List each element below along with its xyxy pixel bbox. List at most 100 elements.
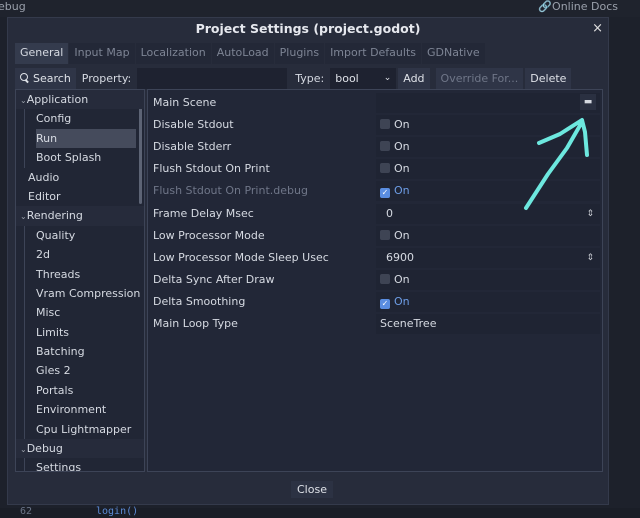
sidebar-item-label: 2d: [36, 248, 50, 262]
property-name: Delta Sync After Draw: [153, 272, 275, 286]
sidebar-item-rendering[interactable]: ⌄Rendering: [16, 206, 144, 226]
sidebar-item-run[interactable]: Run: [16, 128, 144, 149]
property-name: Flush Stdout On Print: [153, 162, 270, 176]
project-settings-dialog: Project Settings (project.godot) × Gener…: [7, 17, 609, 505]
sidebar-item-label: Boot Splash: [36, 151, 102, 165]
property-value[interactable]: SceneTree: [376, 314, 600, 334]
sidebar-item-misc[interactable]: Misc: [16, 303, 144, 324]
chevron-down-icon: ⌄: [20, 445, 27, 455]
property-name: Low Processor Mode: [153, 228, 265, 242]
property-name: Main Scene: [153, 96, 217, 109]
tab-general[interactable]: General: [15, 43, 69, 64]
checkbox-icon: [380, 163, 390, 174]
tab-input-map[interactable]: Input Map: [69, 43, 135, 64]
debug-menu[interactable]: ebug: [0, 0, 26, 13]
sidebar-item-label: Quality: [36, 228, 76, 242]
sidebar-item-vram-compression[interactable]: Vram Compression: [16, 283, 144, 304]
chevron-down-icon: ⌄: [20, 212, 27, 222]
toolbar: Search Property: Type: bool ⌄ Add Overrid…: [15, 67, 603, 89]
sidebar-item-quality[interactable]: Quality: [16, 225, 144, 246]
sidebar-item-2d[interactable]: 2d: [16, 245, 144, 265]
sidebar-item-audio[interactable]: Audio: [16, 168, 144, 187]
online-docs-link[interactable]: 🔗Online Docs: [538, 0, 618, 13]
tab-autoload[interactable]: AutoLoad: [211, 43, 274, 64]
property-spinbox[interactable]: 0 ⇕: [376, 203, 600, 224]
property-name: Disable Stdout: [153, 118, 234, 132]
close-button[interactable]: Close: [291, 481, 333, 498]
sidebar-item-editor[interactable]: Editor: [16, 187, 144, 206]
sidebar-item-label: Misc: [36, 306, 61, 320]
sidebar-item-label: Limits: [36, 325, 69, 339]
property-checkbox[interactable]: On: [376, 225, 600, 246]
property-row: Frame Delay Msec 0 ⇕: [148, 203, 602, 225]
sidebar-item-limits[interactable]: Limits: [16, 322, 144, 343]
sidebar-item-label: Batching: [36, 345, 85, 359]
property-name: Flush Stdout On Print.debug: [153, 184, 308, 198]
sidebar-item-settings[interactable]: Settings: [16, 458, 144, 472]
property-row: Flush Stdout On Print.debug ✓ On: [148, 180, 602, 202]
sidebar-item-label: Debug: [26, 442, 63, 456]
checkbox-icon: [380, 273, 390, 284]
property-spinbox[interactable]: 6900 ⇕: [376, 247, 600, 268]
property-row: Delta Sync After Draw On: [148, 269, 602, 291]
checkbox-icon: [380, 119, 390, 130]
property-name: Disable Stderr: [153, 140, 232, 154]
property-inspector: Main Scene ▬ Disable Stdout On Disable Stder…: [147, 89, 603, 472]
sidebar-item-gles-2[interactable]: Gles 2: [16, 361, 144, 382]
property-row: Main Scene ▬: [148, 92, 602, 114]
property-file-field[interactable]: ▬: [376, 93, 600, 113]
link-icon: 🔗: [538, 0, 553, 13]
sidebar-item-application[interactable]: ⌄Application: [16, 90, 144, 110]
property-row: Delta Smoothing ✓ On: [148, 291, 602, 313]
delete-button[interactable]: Delete: [525, 67, 572, 89]
sidebar-item-config[interactable]: Config: [16, 109, 144, 130]
sidebar-item-portals[interactable]: Portals: [16, 380, 144, 401]
property-checkbox[interactable]: ✓ On: [376, 291, 600, 312]
add-button[interactable]: Add: [398, 67, 430, 89]
tab-localization[interactable]: Localization: [135, 43, 211, 64]
sidebar-item-label: Vram Compression: [36, 286, 141, 300]
sidebar-item-debug[interactable]: ⌄Debug: [16, 439, 144, 459]
checkbox-icon: ✓: [380, 298, 390, 309]
property-row: Disable Stdout On: [148, 114, 602, 136]
search-button[interactable]: Search: [15, 67, 76, 89]
sidebar-item-label: Cpu Lightmapper: [36, 422, 132, 436]
property-checkbox[interactable]: On: [376, 269, 600, 290]
sidebar-item-label: Environment: [36, 403, 107, 417]
tab-plugins[interactable]: Plugins: [274, 43, 325, 64]
sidebar-item-batching[interactable]: Batching: [16, 342, 144, 362]
code-text: login(): [96, 506, 139, 517]
sidebar-item-label: Gles 2: [36, 364, 71, 378]
sidebar-item-label: Settings: [36, 461, 82, 472]
sidebar-item-label: Threads: [36, 267, 81, 281]
close-icon[interactable]: ×: [592, 21, 603, 36]
property-row: Disable Stderr On: [148, 136, 602, 158]
spinner-arrows-icon: ⇕: [586, 252, 594, 263]
property-label: Property:: [81, 71, 132, 85]
sidebar-item-threads[interactable]: Threads: [16, 264, 144, 285]
sidebar-item-boot-splash[interactable]: Boot Splash: [16, 148, 144, 168]
sidebar-item-cpu-lightmapper[interactable]: Cpu Lightmapper: [16, 419, 144, 440]
property-checkbox[interactable]: On: [376, 159, 600, 180]
sidebar-item-label: Application: [26, 93, 89, 106]
type-select[interactable]: bool ⌄: [330, 67, 397, 89]
section-tree: ⌄Application Config Run Boot Splash Audio Edi…: [15, 89, 145, 472]
property-checkbox[interactable]: On: [376, 137, 600, 158]
property-row: Low Processor Mode On: [148, 225, 602, 247]
property-row: Flush Stdout On Print On: [148, 158, 602, 180]
property-input[interactable]: [137, 67, 288, 89]
spinner-arrows-icon: ⇕: [586, 208, 594, 219]
property-name: Frame Delay Msec: [153, 206, 254, 220]
property-checkbox[interactable]: On: [376, 115, 600, 136]
tab-bar: General Input Map Localization AutoLoad Plug…: [15, 43, 486, 64]
override-for-button[interactable]: Override For...: [435, 67, 524, 89]
property-name: Delta Smoothing: [153, 294, 246, 308]
sidebar-item-label: Portals: [36, 383, 74, 397]
editor-top-bar: ebug 🔗Online Docs: [0, 0, 640, 17]
property-name: Low Processor Mode Sleep Usec: [153, 250, 329, 264]
folder-icon[interactable]: ▬: [580, 94, 596, 110]
tab-import-defaults[interactable]: Import Defaults: [325, 43, 421, 64]
property-checkbox[interactable]: ✓ On: [376, 181, 600, 202]
tab-gdnative[interactable]: GDNative: [422, 43, 485, 64]
sidebar-item-environment[interactable]: Environment: [16, 400, 144, 421]
